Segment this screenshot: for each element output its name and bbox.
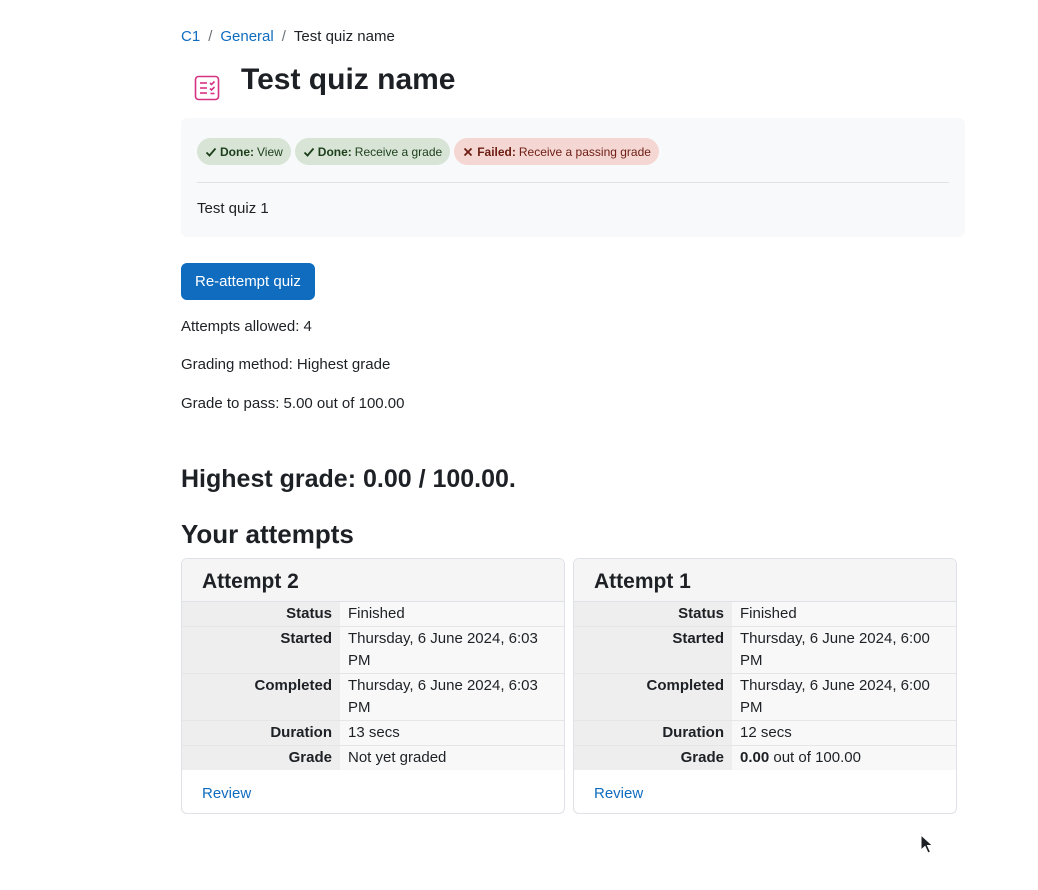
table-row: Completed Thursday, 6 June 2024, 6:03 PM [182, 673, 564, 721]
row-label: Grade [182, 745, 340, 770]
attempt-card-header: Attempt 1 [574, 559, 956, 602]
table-row: Grade 0.00 out of 100.00 [574, 745, 956, 770]
attempt-card-header: Attempt 2 [182, 559, 564, 602]
highest-grade-heading: Highest grade: 0.00 / 100.00. [181, 465, 516, 493]
grade-text: Not yet graded [348, 749, 447, 766]
quiz-description: Test quiz 1 [197, 200, 269, 217]
attempt-card: Attempt 1 Status Finished Started Thursd… [573, 558, 957, 814]
attempt-summary-table: Status Finished Started Thursday, 6 June… [574, 602, 956, 770]
your-attempts-heading: Your attempts [181, 519, 354, 549]
attempt-started: Thursday, 6 June 2024, 6:00 PM [732, 626, 956, 674]
table-row: Duration 12 secs [574, 720, 956, 746]
completion-badges: Done: View Done: Receive a grade Failed: Re… [197, 138, 659, 165]
breadcrumb-separator: / [208, 28, 213, 45]
row-label: Status [574, 602, 732, 627]
breadcrumb-link-course[interactable]: C1 [181, 28, 200, 45]
row-label: Started [182, 626, 340, 674]
attempt-summary-table: Status Finished Started Thursday, 6 June… [182, 602, 564, 770]
attempt-card-footer: Review [202, 785, 251, 803]
breadcrumb-separator: / [281, 28, 286, 45]
breadcrumb: C1 / General / Test quiz name [181, 28, 395, 46]
badge-label: Receive a passing grade [518, 144, 651, 159]
table-row: Status Finished [574, 602, 956, 627]
attempt-grade: Not yet graded [340, 745, 564, 770]
row-label: Started [574, 626, 732, 674]
attempts-allowed: Attempts allowed: 4 [181, 318, 312, 335]
breadcrumb-link-section[interactable]: General [220, 28, 273, 45]
table-row: Started Thursday, 6 June 2024, 6:03 PM [182, 626, 564, 674]
row-label: Duration [182, 720, 340, 746]
grade-text: out of 100.00 [769, 749, 861, 766]
attempt-grade: 0.00 out of 100.00 [732, 745, 956, 770]
attempt-card: Attempt 2 Status Finished Started Thursd… [181, 558, 565, 814]
attempt-title: Attempt 1 [594, 570, 691, 593]
table-row: Duration 13 secs [182, 720, 564, 746]
page-title: Test quiz name [241, 63, 456, 96]
row-label: Status [182, 602, 340, 627]
attempt-completed: Thursday, 6 June 2024, 6:00 PM [732, 673, 956, 721]
activity-info-box: Done: View Done: Receive a grade Failed: Re… [181, 118, 965, 237]
table-row: Completed Thursday, 6 June 2024, 6:00 PM [574, 673, 956, 721]
attempt-completed: Thursday, 6 June 2024, 6:03 PM [340, 673, 564, 721]
grade-to-pass: Grade to pass: 5.00 out of 100.00 [181, 395, 405, 412]
badge-status: Done: [317, 144, 352, 159]
quiz-icon [194, 75, 220, 101]
badge-status: Failed: [477, 144, 516, 159]
check-icon [303, 147, 314, 157]
mouse-cursor-icon [920, 834, 934, 854]
divider [197, 182, 949, 183]
close-icon [464, 147, 473, 156]
grading-method: Grading method: Highest grade [181, 356, 391, 373]
attempt-title: Attempt 2 [202, 570, 299, 593]
badge-status: Done: [220, 144, 254, 159]
reattempt-quiz-button[interactable]: Re-attempt quiz [181, 263, 315, 300]
table-row: Started Thursday, 6 June 2024, 6:00 PM [574, 626, 956, 674]
attempt-status: Finished [732, 602, 956, 627]
completion-badge-passing-grade: Failed: Receive a passing grade [454, 138, 659, 165]
check-icon [205, 147, 217, 157]
page-header: Test quiz name [181, 60, 965, 112]
row-label: Completed [182, 673, 340, 721]
badge-label: View [257, 144, 283, 159]
table-row: Status Finished [182, 602, 564, 627]
badge-label: Receive a grade [354, 144, 443, 159]
attempt-duration: 12 secs [732, 720, 956, 746]
attempt-started: Thursday, 6 June 2024, 6:03 PM [340, 626, 564, 674]
review-link[interactable]: Review [594, 785, 643, 802]
review-link[interactable]: Review [202, 785, 251, 802]
attempt-status: Finished [340, 602, 564, 627]
table-row: Grade Not yet graded [182, 745, 564, 770]
completion-badge-receive-grade: Done: Receive a grade [294, 138, 451, 165]
row-label: Grade [574, 745, 732, 770]
row-label: Duration [574, 720, 732, 746]
attempt-card-footer: Review [594, 785, 643, 803]
completion-badge-view: Done: View [197, 138, 291, 165]
attempt-duration: 13 secs [340, 720, 564, 746]
row-label: Completed [574, 673, 732, 721]
breadcrumb-current: Test quiz name [293, 28, 395, 45]
grade-value: 0.00 [740, 749, 770, 766]
